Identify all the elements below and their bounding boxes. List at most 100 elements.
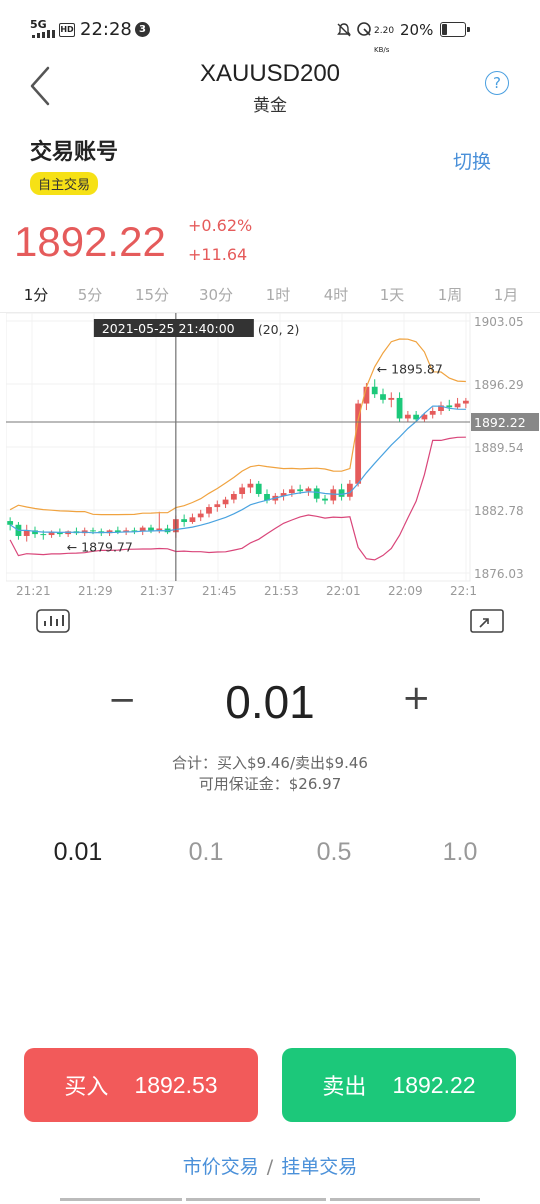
max-price-marker: ← 1895.87	[377, 361, 443, 376]
crosshair-tag-label: (20, 2)	[258, 322, 300, 337]
x-tick-label: 21:29	[78, 584, 113, 598]
candle-body	[230, 494, 237, 500]
increase-lot-button[interactable]: +	[402, 678, 431, 718]
x-tick-label: 22:09	[388, 584, 423, 598]
fullscreen-icon[interactable]	[470, 609, 504, 633]
candlestick-chart[interactable]: 1903.05 1896.29 1889.54 1882.78 1876.03 21:21…	[5, 312, 540, 601]
candle-body	[197, 513, 204, 518]
candle-body	[396, 397, 403, 419]
timeframe-tab[interactable]: 1天	[362, 284, 422, 305]
candle-body	[297, 489, 304, 492]
indicator-icon[interactable]	[36, 609, 70, 633]
x-tick-label: 22:1	[450, 584, 477, 598]
candle-body	[181, 519, 188, 522]
trading-account-label: 交易账号	[30, 140, 119, 165]
status-bar: 5G HD 22:28 3 2.20 KB/s 20%	[0, 0, 540, 60]
network-speed-value: 2.20	[374, 25, 395, 36]
symbol-name: 黄金	[253, 96, 287, 116]
help-icon[interactable]: ?	[485, 71, 509, 95]
lot-preset-option[interactable]: 0.5	[274, 838, 394, 867]
mute-icon	[337, 23, 351, 37]
sell-button[interactable]: 卖出 1892.22	[282, 1048, 516, 1122]
candle-body	[338, 489, 345, 497]
lot-preset-option[interactable]: 1.0	[400, 838, 520, 867]
hotspot-icon	[357, 22, 371, 36]
y-tick-label: 1882.78	[474, 504, 524, 518]
pending-order-link[interactable]: 挂单交易	[281, 1156, 357, 1178]
switch-account-button[interactable]: 切换	[453, 147, 491, 174]
timeframe-tab[interactable]: 30分	[186, 284, 246, 305]
candle-body	[330, 489, 337, 501]
order-mode-links: 市价交易 / 挂单交易	[0, 1152, 540, 1179]
x-tick-label: 21:21	[16, 584, 51, 598]
candle-body	[446, 405, 453, 408]
candle-body	[239, 487, 246, 495]
candle-body	[206, 507, 212, 514]
current-price-axis-label: 1892.22	[474, 415, 526, 430]
available-margin: 可用保证金：$26.97	[198, 775, 342, 793]
clock: 22:28	[80, 19, 132, 40]
candle-body	[214, 504, 221, 508]
chart-canvas[interactable]: 1903.05 1896.29 1889.54 1882.78 1876.03 21:21…	[5, 312, 540, 601]
network-speed: 2.20 KB/s	[374, 20, 394, 58]
candle-body	[305, 488, 312, 492]
crosshair-time-label: 2021-05-25 21:40:00	[102, 321, 235, 336]
candle-body	[247, 483, 254, 488]
min-price-marker: ← 1879.77	[67, 540, 133, 555]
timeframe-tab[interactable]: 1时	[248, 284, 308, 305]
candle-body	[90, 530, 96, 532]
candle-body	[40, 534, 47, 536]
middle-band-line	[9, 405, 466, 534]
buy-price: 1892.53	[134, 1071, 218, 1098]
sell-label: 卖出	[322, 1075, 367, 1100]
signal-icon	[32, 30, 55, 38]
x-tick-label: 21:53	[264, 584, 299, 598]
mode-separator: /	[266, 1156, 274, 1178]
buy-button[interactable]: 买入 1892.53	[24, 1048, 258, 1122]
y-tick-label: 1903.05	[474, 315, 524, 329]
market-order-link[interactable]: 市价交易	[183, 1156, 259, 1178]
candle-body	[462, 400, 469, 404]
y-tick-label: 1896.29	[474, 378, 524, 392]
hd-icon: HD	[59, 23, 75, 37]
candle-body	[371, 386, 378, 395]
y-tick-label: 1889.54	[474, 441, 524, 455]
gesture-bar	[60, 1198, 480, 1202]
lot-preset-option[interactable]: 0.01	[18, 838, 138, 867]
candle-body	[288, 489, 295, 494]
candle-body	[429, 411, 436, 415]
timeframe-tab[interactable]: 15分	[122, 284, 182, 305]
battery-icon	[440, 22, 470, 37]
candle-body	[454, 403, 461, 408]
lot-presets: 0.01 0.1 0.5 1.0	[0, 838, 540, 872]
notification-count: 3	[135, 22, 150, 37]
timeframe-tabs: 1分 5分 15分 30分 1时 4时 1天 1周 1月	[0, 284, 540, 312]
x-tick-label: 22:01	[326, 584, 361, 598]
lot-preset-option[interactable]: 0.1	[146, 838, 266, 867]
timeframe-tab[interactable]: 1分	[6, 284, 66, 305]
battery-percent: 20%	[400, 21, 434, 39]
change-absolute: +11.64	[188, 245, 248, 264]
candle-body	[189, 517, 196, 522]
y-tick-label: 1876.03	[474, 567, 524, 581]
timeframe-tab[interactable]: 1周	[420, 284, 480, 305]
timeframe-tab[interactable]: 1月	[476, 284, 536, 305]
trade-mode-badge: 自主交易	[30, 172, 99, 195]
candle-body	[222, 499, 229, 505]
candle-body	[388, 397, 395, 400]
candle-body	[255, 483, 262, 495]
candle-body	[380, 394, 386, 400]
candle-body	[404, 414, 411, 419]
sell-price: 1892.22	[392, 1071, 476, 1098]
timeframe-tab[interactable]: 5分	[60, 284, 120, 305]
candle-body	[355, 403, 362, 484]
x-tick-label: 21:37	[140, 584, 175, 598]
x-tick-label: 21:45	[202, 584, 237, 598]
change-percent: +0.62%	[188, 216, 253, 235]
candle-body	[322, 498, 328, 501]
order-total: 合计：买入$9.46/卖出$9.46	[172, 754, 368, 772]
candle-body	[148, 527, 154, 531]
lot-size-value[interactable]: 0.01	[0, 675, 540, 729]
timeframe-tab[interactable]: 4时	[306, 284, 366, 305]
candle-body	[7, 521, 14, 525]
